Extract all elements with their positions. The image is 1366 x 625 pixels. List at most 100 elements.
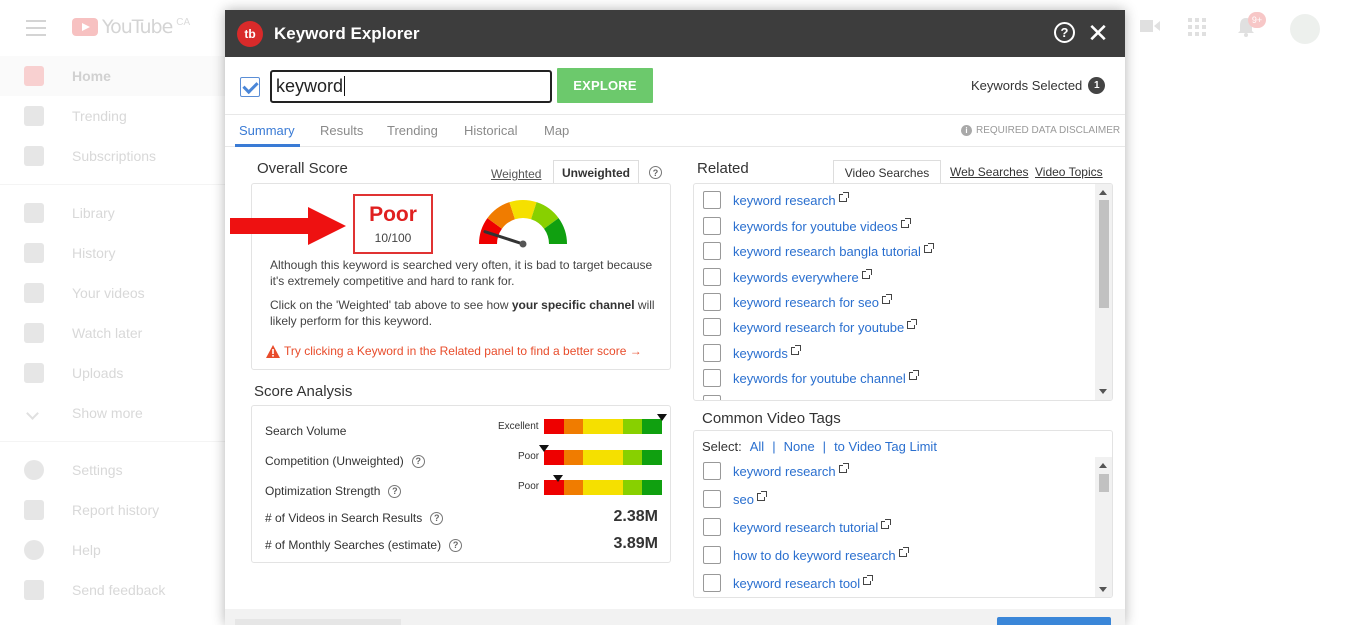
- meter-segment: [563, 419, 584, 434]
- close-icon[interactable]: ✕: [1087, 18, 1109, 48]
- tag-link[interactable]: keyword research: [733, 464, 836, 479]
- meter-marker: [553, 475, 564, 482]
- scroll-thumb[interactable]: [1099, 200, 1109, 308]
- related-checkbox[interactable]: [703, 217, 721, 235]
- monthly-searches-value: 3.89M: [613, 535, 658, 552]
- external-link-icon[interactable]: [923, 243, 934, 253]
- scroll-up-icon[interactable]: [1099, 190, 1107, 195]
- try-related-warning[interactable]: Try clicking a Keyword in the Related pa…: [266, 344, 642, 358]
- keywords-selected[interactable]: Keywords Selected 1: [971, 77, 1106, 94]
- related-scrollbar[interactable]: [1095, 184, 1112, 400]
- external-link-icon[interactable]: [881, 294, 892, 304]
- tag-checkbox[interactable]: [703, 462, 721, 480]
- data-disclaimer[interactable]: i REQUIRED DATA DISCLAIMER: [961, 125, 1120, 136]
- related-keyword-link[interactable]: keywords for youtube channel: [733, 371, 906, 386]
- tab-map[interactable]: Map: [544, 123, 569, 138]
- tab-summary[interactable]: Summary: [239, 123, 295, 138]
- list-item[interactable]: [703, 394, 733, 400]
- related-keyword-link[interactable]: keyword research for seo: [733, 295, 879, 310]
- explore-button[interactable]: EXPLORE: [557, 68, 653, 103]
- list-item[interactable]: keyword research bangla tutorial: [703, 241, 934, 261]
- modal-footer: [225, 609, 1125, 625]
- list-item[interactable]: keywords: [703, 343, 801, 363]
- list-item[interactable]: keyword research tool: [703, 573, 874, 593]
- list-item[interactable]: keyword research: [703, 190, 849, 210]
- scroll-down-icon[interactable]: [1099, 389, 1107, 394]
- list-item[interactable]: keyword research: [703, 461, 849, 481]
- scroll-down-icon[interactable]: [1099, 587, 1107, 592]
- warning-text: Try clicking a Keyword in the Related pa…: [284, 344, 642, 358]
- related-checkbox[interactable]: [703, 191, 721, 209]
- external-link-icon[interactable]: [907, 319, 918, 329]
- videos-help-icon[interactable]: ?: [430, 511, 444, 525]
- tag-link[interactable]: keyword research tutorial: [733, 520, 878, 535]
- optimization-help-icon[interactable]: ?: [388, 484, 402, 498]
- tab-historical[interactable]: Historical: [464, 123, 517, 138]
- footer-left-button[interactable]: [235, 619, 401, 625]
- help-circle-icon[interactable]: ?: [1054, 22, 1075, 43]
- competition-help-icon[interactable]: ?: [411, 454, 425, 468]
- scroll-thumb[interactable]: [1099, 474, 1109, 492]
- keyword-input[interactable]: [270, 70, 552, 103]
- tag-checkbox[interactable]: [703, 546, 721, 564]
- tag-checkbox[interactable]: [703, 574, 721, 592]
- related-keyword-link[interactable]: keywords everywhere: [733, 270, 859, 285]
- unweighted-tab[interactable]: Unweighted: [553, 160, 639, 184]
- external-link-icon[interactable]: [838, 463, 849, 473]
- list-item[interactable]: keywords everywhere: [703, 267, 872, 287]
- list-item[interactable]: keyword research tutorial: [703, 517, 892, 537]
- related-tab-video-searches[interactable]: Video Searches: [833, 160, 941, 184]
- list-item[interactable]: keywords for youtube videos: [703, 216, 911, 236]
- select-none-link[interactable]: None: [784, 439, 815, 454]
- tag-link[interactable]: how to do keyword research: [733, 548, 896, 563]
- external-link-icon[interactable]: [790, 345, 801, 355]
- select-limit-link[interactable]: to Video Tag Limit: [834, 439, 937, 454]
- related-checkbox[interactable]: [703, 268, 721, 286]
- related-checkbox[interactable]: [703, 344, 721, 362]
- related-keyword-link[interactable]: keyword research: [733, 193, 836, 208]
- weighted-tab[interactable]: Weighted: [491, 167, 541, 181]
- select-all-link[interactable]: All: [750, 439, 764, 454]
- score-help-icon[interactable]: ?: [649, 166, 662, 179]
- tag-checkbox[interactable]: [703, 518, 721, 536]
- tag-link[interactable]: keyword research tool: [733, 576, 860, 591]
- scroll-up-icon[interactable]: [1099, 463, 1107, 468]
- related-keyword-link[interactable]: keyword research bangla tutorial: [733, 244, 921, 259]
- tag-link[interactable]: seo: [733, 492, 754, 507]
- list-item[interactable]: keyword research for seo: [703, 292, 892, 312]
- external-link-icon[interactable]: [756, 491, 767, 501]
- external-link-icon[interactable]: [898, 547, 909, 557]
- related-checkbox[interactable]: [703, 318, 721, 336]
- searches-help-icon[interactable]: ?: [449, 538, 463, 552]
- tab-trending[interactable]: Trending: [387, 123, 438, 138]
- tags-scrollbar[interactable]: [1095, 457, 1112, 597]
- meter-segment: [642, 419, 663, 434]
- external-link-icon[interactable]: [908, 370, 919, 380]
- list-item[interactable]: seo: [703, 489, 767, 509]
- related-keyword-link[interactable]: keywords: [733, 346, 788, 361]
- tab-results[interactable]: Results: [320, 123, 363, 138]
- external-link-icon[interactable]: [900, 218, 911, 228]
- external-link-icon[interactable]: [861, 269, 872, 279]
- related-checkbox[interactable]: [703, 242, 721, 260]
- tag-checkbox[interactable]: [703, 490, 721, 508]
- list-item[interactable]: keyword research for youtube: [703, 317, 918, 337]
- related-keyword-link[interactable]: keywords for youtube videos: [733, 219, 898, 234]
- external-link-icon[interactable]: [838, 192, 849, 202]
- disclaimer-text: REQUIRED DATA DISCLAIMER: [976, 125, 1121, 136]
- related-tab-web-searches[interactable]: Web Searches: [950, 165, 1029, 179]
- keywords-selected-count: 1: [1088, 77, 1106, 94]
- related-checkbox[interactable]: [703, 369, 721, 387]
- list-item[interactable]: keywords for youtube channel: [703, 368, 919, 388]
- related-checkbox[interactable]: [703, 395, 721, 400]
- separator: |: [772, 439, 776, 454]
- keyword-checkbox[interactable]: [240, 77, 260, 97]
- footer-primary-button[interactable]: [997, 617, 1111, 625]
- related-keyword-link[interactable]: keyword research for youtube: [733, 320, 904, 335]
- external-link-icon[interactable]: [881, 519, 892, 529]
- list-item[interactable]: how to do keyword research: [703, 545, 909, 565]
- meter-segment: [544, 450, 564, 465]
- external-link-icon[interactable]: [863, 575, 874, 585]
- related-checkbox[interactable]: [703, 293, 721, 311]
- related-tab-video-topics[interactable]: Video Topics: [1035, 165, 1103, 179]
